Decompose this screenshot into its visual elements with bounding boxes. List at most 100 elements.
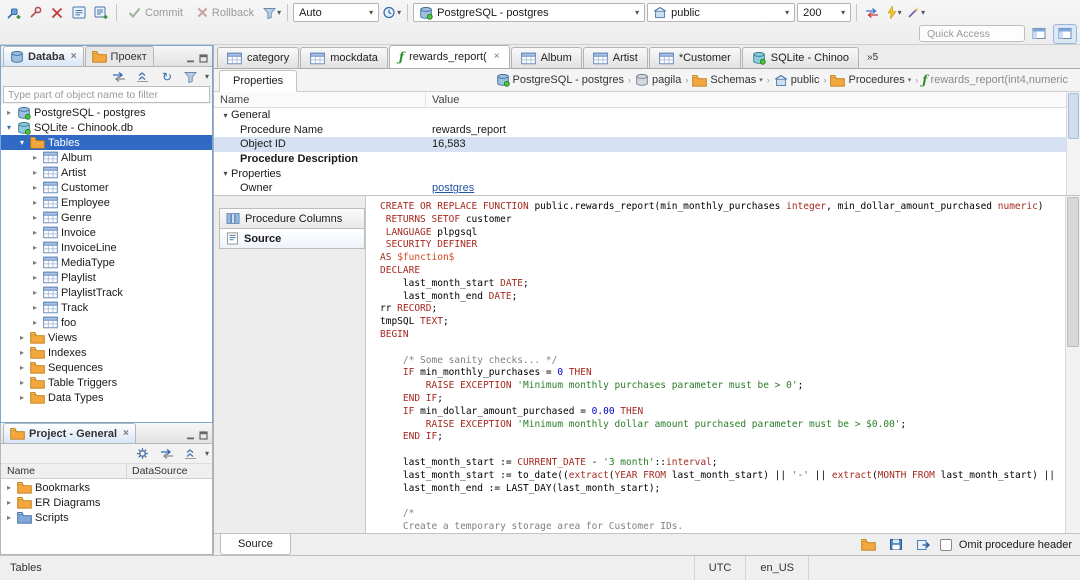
generate-wand-icon[interactable]: ▾	[906, 3, 926, 22]
property-value-text[interactable]: postgres	[432, 182, 474, 194]
breadcrumb-item-public[interactable]: public	[772, 73, 822, 88]
collapse-all-icon[interactable]	[181, 444, 201, 463]
schema-select[interactable]: public ▾	[647, 3, 796, 22]
status-timezone[interactable]: UTC	[693, 556, 746, 580]
expand-toggle-icon[interactable]: ▸	[30, 273, 40, 282]
minimize-icon[interactable]	[186, 54, 195, 63]
driver-manager-icon[interactable]	[25, 3, 45, 22]
editor-tab-category[interactable]: category	[217, 47, 300, 68]
minimize-icon[interactable]	[186, 431, 195, 440]
expand-toggle-icon[interactable]: ▸	[17, 333, 27, 342]
breadcrumb-item-postgresql-postgres[interactable]: PostgreSQL - postgres	[494, 72, 626, 88]
expand-toggle-icon[interactable]: ▸	[30, 318, 40, 327]
tree-item-track[interactable]: ▸ Track	[1, 300, 212, 315]
column-header-name[interactable]: Name	[1, 464, 127, 478]
link-with-editor-icon[interactable]	[157, 444, 177, 463]
editor-tab-mockdata[interactable]: mockdata	[300, 47, 388, 68]
link-with-editor-icon[interactable]	[109, 67, 129, 86]
tree-item-album[interactable]: ▸ Album	[1, 150, 212, 165]
collapse-toggle-icon[interactable]: ▾	[220, 111, 231, 120]
editor-tab-customer[interactable]: *Customer	[648, 47, 741, 68]
tree-item-playlisttrack[interactable]: ▸ PlaylistTrack	[1, 285, 212, 300]
close-icon[interactable]: ×	[71, 51, 77, 62]
transaction-filter-icon[interactable]: ▾	[262, 3, 282, 22]
new-sql-editor-icon[interactable]	[91, 3, 111, 22]
tree-item-data-types[interactable]: ▸ Data Types	[1, 390, 212, 405]
maximize-icon[interactable]	[199, 431, 208, 440]
tree-item-foo[interactable]: ▸ foo	[1, 315, 212, 330]
editor-tab-sqlite-chinoo[interactable]: SQLite - Chinoo	[741, 47, 860, 68]
chevron-down-icon[interactable]: ▾	[759, 76, 763, 84]
collapse-toggle-icon[interactable]: ▾	[17, 138, 27, 147]
expand-toggle-icon[interactable]: ▸	[4, 108, 14, 117]
tab-overflow-indicator[interactable]: »5	[867, 52, 878, 63]
execute-lightning-icon[interactable]: ▾	[884, 3, 904, 22]
properties-scrollbar[interactable]	[1066, 92, 1080, 195]
property-row-procedure-description[interactable]: Procedure Description	[214, 152, 1080, 167]
save-to-file-icon[interactable]	[886, 535, 906, 554]
collapse-all-icon[interactable]	[133, 67, 153, 86]
tree-item-sequences[interactable]: ▸ Sequences	[1, 360, 212, 375]
grid-column-value[interactable]: Value	[426, 92, 1080, 107]
object-filter-input[interactable]	[3, 86, 210, 103]
column-header-datasource[interactable]: DataSource	[127, 464, 212, 478]
dbeaver-perspective-icon[interactable]	[1053, 23, 1077, 44]
breadcrumb-item-pagila[interactable]: pagila	[633, 72, 683, 88]
tab-source-bottom[interactable]: Source	[220, 533, 291, 555]
open-file-icon[interactable]	[859, 535, 879, 554]
expand-toggle-icon[interactable]: ▸	[30, 288, 40, 297]
property-row-owner[interactable]: Owner postgres	[214, 181, 1080, 195]
tab-projects[interactable]: Проект	[84, 46, 154, 66]
expand-toggle-icon[interactable]: ▸	[4, 483, 14, 492]
collapse-toggle-icon[interactable]: ▾	[220, 169, 231, 178]
open-in-sql-editor-icon[interactable]	[913, 535, 933, 554]
refresh-icon[interactable]: ↻	[157, 67, 177, 86]
tree-item-customer[interactable]: ▸ Customer	[1, 180, 212, 195]
tab-properties[interactable]: Properties	[219, 69, 298, 92]
project-item-scripts[interactable]: ▸ Scripts	[1, 510, 212, 525]
property-row-properties[interactable]: ▾ Properties	[214, 166, 1080, 181]
expand-toggle-icon[interactable]: ▸	[30, 183, 40, 192]
view-menu-icon[interactable]: ▾	[205, 72, 209, 81]
editor-tab-artist[interactable]: Artist	[582, 47, 648, 68]
quick-access-input[interactable]	[919, 25, 1025, 42]
source-editor[interactable]: CREATE OR REPLACE FUNCTION public.reward…	[365, 196, 1080, 533]
expand-toggle-icon[interactable]: ▸	[30, 258, 40, 267]
sql-editor-icon[interactable]	[69, 3, 89, 22]
expand-toggle-icon[interactable]: ▸	[17, 393, 27, 402]
expand-toggle-icon[interactable]: ▸	[30, 153, 40, 162]
project-item-bookmarks[interactable]: ▸ Bookmarks	[1, 480, 212, 495]
source-scrollbar[interactable]	[1065, 196, 1080, 533]
tree-item-views[interactable]: ▸ Views	[1, 330, 212, 345]
commit-button[interactable]: Commit	[122, 3, 189, 22]
tab-project-general[interactable]: Project - General ×	[3, 423, 136, 443]
disconnect-icon[interactable]	[47, 3, 67, 22]
tree-item-artist[interactable]: ▸ Artist	[1, 165, 212, 180]
new-connection-icon[interactable]	[3, 3, 23, 22]
chevron-down-icon[interactable]: ▾	[908, 76, 912, 84]
tree-item-postgresql-postgres[interactable]: ▸ PostgreSQL - postgres	[1, 105, 212, 120]
fetch-size-select[interactable]: 200 ▾	[797, 3, 852, 22]
close-tab-icon[interactable]: ×	[494, 52, 500, 62]
expand-toggle-icon[interactable]: ▸	[30, 243, 40, 252]
omit-procedure-header-checkbox[interactable]	[939, 538, 952, 551]
expand-toggle-icon[interactable]: ▸	[17, 348, 27, 357]
connection-select[interactable]: PostgreSQL - postgres ▾	[413, 3, 646, 22]
collapse-toggle-icon[interactable]: ▾	[4, 123, 14, 132]
editor-tab-album[interactable]: Album	[510, 47, 582, 68]
commit-mode-select[interactable]: Auto ▾	[293, 3, 380, 22]
tree-item-sqlite-chinook-db[interactable]: ▾ SQLite - Chinook.db	[1, 120, 212, 135]
transaction-log-icon[interactable]: ▾	[381, 3, 402, 22]
tree-item-invoiceline[interactable]: ▸ InvoiceLine	[1, 240, 212, 255]
breadcrumb-item-schemas[interactable]: Schemas ▾	[690, 73, 764, 88]
breadcrumb-item-procedures[interactable]: Procedures ▾	[828, 73, 913, 88]
expand-toggle-icon[interactable]: ▸	[30, 168, 40, 177]
close-icon[interactable]: ×	[123, 428, 129, 439]
expand-toggle-icon[interactable]: ▸	[30, 303, 40, 312]
maximize-icon[interactable]	[199, 54, 208, 63]
tree-item-invoice[interactable]: ▸ Invoice	[1, 225, 212, 240]
scrollbar-thumb[interactable]	[1068, 93, 1079, 139]
tree-item-indexes[interactable]: ▸ Indexes	[1, 345, 212, 360]
project-item-er-diagrams[interactable]: ▸ ER Diagrams	[1, 495, 212, 510]
expand-toggle-icon[interactable]: ▸	[17, 363, 27, 372]
